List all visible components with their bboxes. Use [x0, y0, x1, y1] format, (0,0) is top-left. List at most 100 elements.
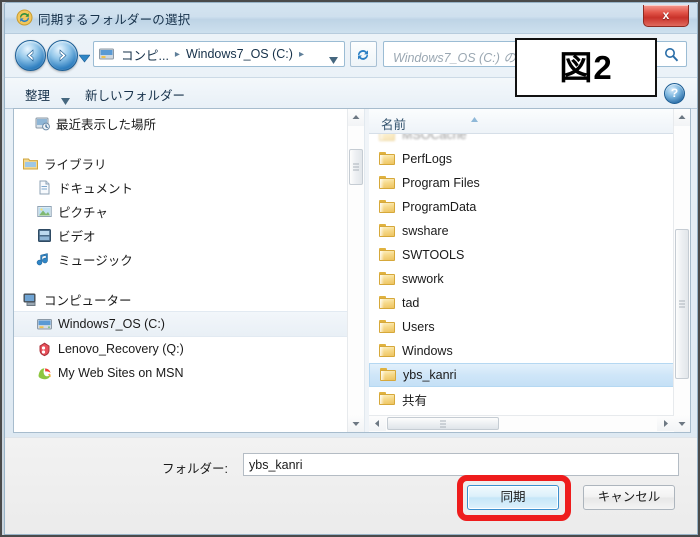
sidebar-item-1[interactable]: ライブラリ — [14, 151, 350, 175]
file-list-scrollbar[interactable] — [673, 109, 690, 432]
folder-icon — [379, 152, 395, 166]
folder-icon — [379, 320, 395, 334]
folder-icon — [379, 248, 395, 262]
sidebar-item-3[interactable]: ピクチャ — [14, 199, 350, 223]
pictures-icon — [36, 203, 53, 220]
file-list-row[interactable]: tad — [369, 291, 690, 315]
organize-button[interactable]: 整理 — [25, 85, 50, 104]
sidebar-item-4[interactable]: ビデオ — [14, 223, 350, 247]
scroll-down-icon[interactable] — [348, 415, 364, 432]
file-list-row[interactable]: Windows — [369, 339, 690, 363]
folder-label: フォルダー: — [162, 462, 228, 476]
sync-arrows-icon — [16, 9, 33, 26]
folder-name-input[interactable]: ybs_kanri — [243, 453, 679, 476]
folder-icon — [379, 296, 395, 310]
sidebar-item-8[interactable]: Lenovo_Recovery (Q:) — [14, 337, 350, 361]
folder-icon — [379, 272, 395, 286]
file-list-row[interactable]: ybs_kanri — [369, 363, 690, 387]
sidebar-item-label: コンピューター — [44, 293, 132, 308]
file-name-label: PerfLogs — [402, 152, 453, 166]
new-folder-button[interactable]: 新しいフォルダー — [85, 85, 185, 104]
file-name-label: ProgramData — [402, 200, 477, 214]
chevron-right-icon: ▸ — [174, 48, 180, 60]
back-button[interactable] — [15, 40, 46, 71]
videos-icon — [36, 227, 53, 244]
nav-pane-scrollbar[interactable] — [347, 109, 364, 432]
tree-group-gap — [14, 271, 350, 287]
file-name-label: Windows — [402, 344, 453, 358]
sidebar-item-2[interactable]: ドキュメント — [14, 175, 350, 199]
sidebar-item-6[interactable]: コンピューター — [14, 287, 350, 311]
file-list-scroll-thumb[interactable] — [675, 229, 689, 379]
sidebar-item-label: ビデオ — [58, 229, 96, 244]
chevron-right-icon-2: ▸ — [298, 48, 304, 60]
help-label: ? — [670, 86, 679, 100]
sidebar-item-label: ライブラリ — [44, 157, 107, 172]
file-list-row[interactable]: Users — [369, 315, 690, 339]
window-title: 同期するフォルダーの選択 — [38, 13, 191, 27]
sidebar-item-0[interactable]: 最近表示した場所 — [14, 111, 350, 135]
refresh-button[interactable] — [350, 41, 377, 67]
arrow-left-icon — [26, 49, 34, 62]
file-name-label: swwork — [402, 272, 444, 286]
folder-name-value: ybs_kanri — [249, 458, 303, 472]
file-list: MSOCache PerfLogs Program Files ProgramData… — [369, 134, 690, 407]
scroll-grip-icon — [353, 163, 359, 171]
folder-icon — [379, 134, 395, 142]
sidebar-item-5[interactable]: ミュージック — [14, 247, 350, 271]
drive-icon — [98, 46, 115, 63]
sidebar-item-label: ミュージック — [58, 253, 133, 268]
sync-button[interactable]: 同期 — [467, 485, 559, 510]
scroll-up-icon-2[interactable] — [674, 109, 690, 126]
caret-down-icon[interactable] — [61, 92, 70, 105]
close-button[interactable]: x — [643, 5, 689, 27]
address-dropdown-button[interactable] — [329, 51, 338, 64]
file-name-label: tad — [402, 296, 420, 310]
file-list-pane: 名前 MSOCache PerfLogs Program Files ProgramD… — [369, 109, 690, 432]
sidebar-item-label: ドキュメント — [58, 181, 134, 196]
recent-places-icon — [34, 115, 51, 132]
scroll-left-icon[interactable] — [369, 416, 386, 431]
file-list-row[interactable]: swshare — [369, 219, 690, 243]
nav-pane-scroll-thumb[interactable] — [349, 149, 363, 185]
cancel-button[interactable]: キャンセル — [583, 485, 675, 510]
sidebar-item-label: My Web Sites on MSN — [58, 366, 184, 380]
file-name-label: Users — [402, 320, 435, 334]
scroll-down-icon-2[interactable] — [674, 415, 690, 432]
sidebar-item-label: 最近表示した場所 — [56, 117, 157, 132]
annotation-figure-label: 図2 — [515, 38, 657, 97]
scroll-right-icon[interactable] — [657, 416, 674, 431]
documents-icon — [36, 179, 53, 196]
file-list-row[interactable]: SWTOOLS — [369, 243, 690, 267]
sidebar-item-label: ピクチャ — [58, 205, 108, 220]
breadcrumb-item-1[interactable]: Windows7_OS (C:) — [184, 47, 295, 61]
title-bar: 同期するフォルダーの選択 x — [5, 3, 697, 34]
file-list-row[interactable]: MSOCache — [369, 134, 690, 147]
file-list-horizontal-scrollbar[interactable] — [369, 415, 674, 432]
column-header-row[interactable]: 名前 — [369, 109, 690, 134]
libraries-icon — [22, 155, 39, 172]
file-list-row[interactable]: Program Files — [369, 171, 690, 195]
breadcrumb-item-0[interactable]: コンピ... — [119, 45, 171, 64]
folder-icon — [379, 224, 395, 238]
navigation-pane: 最近表示した場所ライブラリドキュメント ピクチャビデオミュージックコンピューター W… — [14, 109, 364, 432]
screenshot-frame: 同期するフォルダーの選択 x コンピ... ▸ Windows7_OS (C:)… — [0, 0, 700, 537]
scroll-up-icon[interactable] — [348, 109, 364, 126]
sort-ascending-icon — [469, 110, 480, 122]
address-bar[interactable]: コンピ... ▸ Windows7_OS (C:) ▸ — [93, 41, 345, 67]
help-icon[interactable]: ? — [664, 83, 685, 104]
file-list-row[interactable]: PerfLogs — [369, 147, 690, 171]
file-name-label: 共有 — [402, 393, 428, 408]
horizontal-scroll-thumb[interactable] — [387, 417, 499, 430]
file-name-label: SWTOOLS — [402, 248, 465, 262]
column-header-name[interactable]: 名前 — [381, 114, 406, 133]
recovery-drive-icon — [36, 341, 53, 358]
forward-button[interactable] — [47, 40, 78, 71]
file-list-row[interactable]: ProgramData — [369, 195, 690, 219]
file-list-row[interactable]: swwork — [369, 267, 690, 291]
file-list-row[interactable]: 共有 — [369, 387, 690, 407]
chevron-down-icon[interactable] — [78, 50, 91, 63]
search-icon[interactable] — [664, 47, 679, 62]
sidebar-item-7[interactable]: Windows7_OS (C:) — [14, 311, 350, 337]
sidebar-item-9[interactable]: My Web Sites on MSN — [14, 361, 350, 385]
